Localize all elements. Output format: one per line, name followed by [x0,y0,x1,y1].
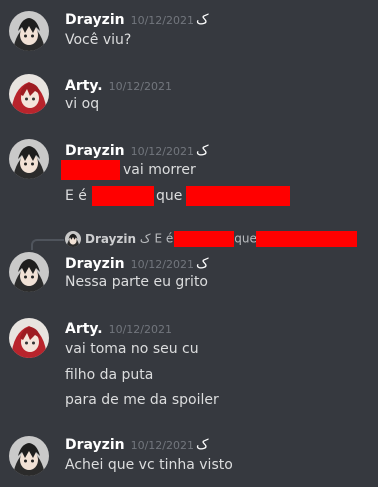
message-text: vi oq [65,96,100,112]
username[interactable]: Drayzin [65,143,125,159]
username[interactable]: Drayzin [65,256,125,272]
dark-haired-avatar-icon [9,139,49,179]
message-line: E é o que s [65,186,291,206]
message-line: vai morrer [61,160,196,180]
avatar[interactable] [9,252,49,292]
username[interactable]: Arty. [65,321,103,337]
timestamp: 10/12/2021 [130,258,194,271]
message-text: filho da puta [65,367,154,383]
avatar[interactable] [9,11,49,51]
message-text: Achei que vc tinha visto [65,457,233,473]
message-text: vai morrer [123,162,196,178]
timestamp: 10/12/2021 [130,145,194,158]
timestamp: 10/12/2021 [130,14,194,27]
avatar[interactable] [9,139,49,179]
username[interactable]: Arty. [65,78,103,94]
avatar[interactable] [9,318,49,358]
red-haired-avatar-icon [9,74,49,114]
dark-haired-avatar-icon [65,231,81,247]
red-haired-avatar-icon [9,318,49,358]
username[interactable]: Drayzin [65,437,125,453]
dark-haired-avatar-icon [9,252,49,292]
timestamp: 10/12/2021 [108,80,172,93]
dark-haired-avatar-icon [9,436,49,476]
reply-avatar [65,231,81,247]
avatar[interactable] [9,74,49,114]
user-tag: ک [196,143,209,159]
user-tag: ک [196,437,209,453]
reply-connector [31,239,64,250]
reply-username: Drayzin [85,231,137,246]
redaction-block [174,231,235,247]
redaction-block [61,160,120,180]
redaction-block [186,186,291,206]
user-tag: ک [196,256,209,272]
reply-user-tag: ک [139,231,151,246]
redaction-block [91,186,154,206]
timestamp: 10/12/2021 [108,323,172,336]
user-tag: ک [196,12,209,28]
message-text: para de me da spoiler [65,392,219,408]
username[interactable]: Drayzin [65,12,125,28]
reply-preview[interactable]: Drayzin ک E é que [0,229,378,250]
message-text: Nessa parte eu grito [65,274,209,290]
reply-text: E é [154,231,174,246]
reply-snippet: Drayzin ک E é que [85,231,357,247]
message-text: vai toma no seu cu [65,341,199,357]
redaction-block [255,231,357,247]
timestamp: 10/12/2021 [130,439,194,452]
avatar[interactable] [9,436,49,476]
dark-haired-avatar-icon [9,11,49,51]
message-text: Você viu? [65,32,132,48]
reply-text: que [234,231,257,246]
